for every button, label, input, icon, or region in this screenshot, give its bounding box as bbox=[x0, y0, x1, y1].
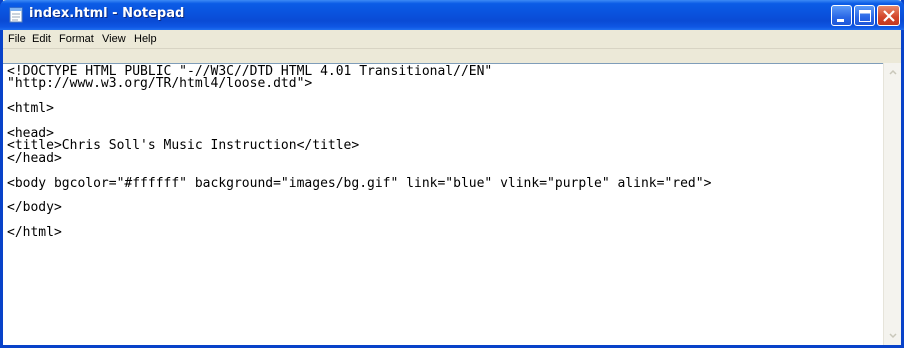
document-text: <!DOCTYPE HTML PUBLIC "-//W3C//DTD HTML … bbox=[3, 64, 883, 241]
menu-format[interactable]: Format bbox=[59, 33, 94, 45]
vertical-scrollbar[interactable] bbox=[883, 63, 901, 345]
scroll-down-button[interactable] bbox=[885, 327, 901, 344]
scroll-up-arrow-icon bbox=[889, 69, 897, 75]
scroll-up-button[interactable] bbox=[885, 64, 901, 81]
close-icon bbox=[883, 10, 895, 22]
text-line-2: "http://www.w3.org/TR/html4/loose.dtd"> bbox=[7, 76, 313, 92]
title-bar[interactable]: index.html - Notepad bbox=[0, 0, 904, 30]
minimize-button[interactable] bbox=[831, 5, 852, 26]
text-editor[interactable]: <!DOCTYPE HTML PUBLIC "-//W3C//DTD HTML … bbox=[3, 63, 883, 345]
menu-view[interactable]: View bbox=[102, 33, 126, 45]
menu-file[interactable]: File bbox=[8, 33, 26, 45]
text-line-8: </head> bbox=[7, 150, 62, 166]
text-line-3 bbox=[7, 91, 883, 103]
text-line-4: <html> bbox=[7, 101, 54, 117]
maximize-icon bbox=[859, 10, 871, 22]
notepad-window: index.html - Notepad File Edit Format Vi… bbox=[0, 0, 904, 348]
close-button[interactable] bbox=[877, 5, 900, 26]
text-line-7: <title>Chris Soll's Music Instruction</t… bbox=[7, 138, 360, 154]
menu-edit[interactable]: Edit bbox=[32, 33, 51, 45]
text-line-13 bbox=[7, 215, 883, 227]
text-line-11 bbox=[7, 190, 883, 202]
menu-help[interactable]: Help bbox=[134, 33, 157, 45]
text-line-10: <body bgcolor="#ffffff" background="imag… bbox=[7, 175, 712, 191]
minimize-icon bbox=[837, 19, 844, 22]
text-line-5 bbox=[7, 116, 883, 128]
text-line-14: </html> bbox=[7, 225, 62, 241]
window-title: index.html - Notepad bbox=[29, 6, 185, 21]
notepad-icon[interactable] bbox=[8, 7, 24, 23]
maximize-button[interactable] bbox=[854, 5, 875, 26]
scroll-down-arrow-icon bbox=[889, 333, 897, 339]
text-line-12: </body> bbox=[7, 200, 62, 216]
menu-bar: File Edit Format View Help bbox=[3, 30, 901, 49]
